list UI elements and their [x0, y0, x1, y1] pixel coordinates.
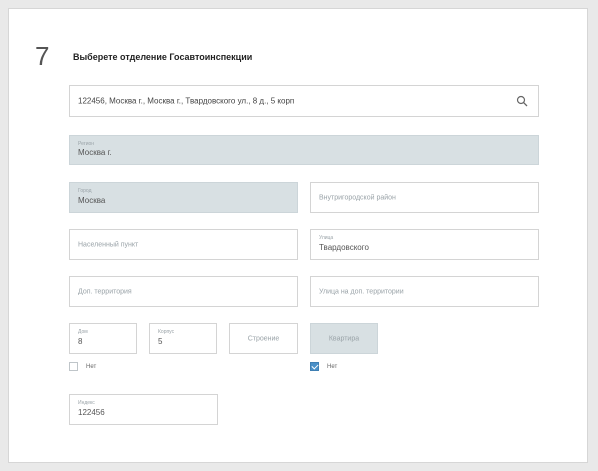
region-field: Регион Москва г.: [69, 135, 539, 165]
search-icon[interactable]: [516, 95, 528, 107]
section-title: Выберете отделение Госавтоинспекции: [73, 52, 253, 62]
street-add-territory-input[interactable]: Улица на доп. территории: [310, 276, 539, 307]
index-label: Индекс: [78, 400, 95, 406]
apartment-none-label: Нет: [327, 363, 338, 370]
stroenie-placeholder: Строение: [247, 335, 280, 342]
address-search-input[interactable]: 122456, Москва г., Москва г., Твардовско…: [69, 85, 539, 117]
index-value: 122456: [78, 408, 105, 417]
address-search-value: 122456, Москва г., Москва г., Твардовско…: [78, 96, 295, 106]
street-input[interactable]: Улица Твардовского: [310, 229, 539, 260]
house-value: 8: [78, 337, 83, 346]
apartment-none-checkbox[interactable]: Нет: [310, 362, 337, 371]
region-value: Москва г.: [78, 148, 112, 157]
house-input[interactable]: Дом 8: [69, 323, 137, 354]
add-territory-input[interactable]: Доп. территория: [69, 276, 298, 307]
house-none-box[interactable]: [69, 362, 78, 371]
region-label: Регион: [78, 141, 95, 147]
locality-placeholder: Населенный пункт: [78, 241, 139, 248]
step-number: 7: [35, 41, 50, 71]
apartment-none-box[interactable]: [310, 362, 319, 371]
korpus-label: Корпус: [158, 329, 175, 335]
apartment-placeholder: Квартира: [328, 335, 360, 342]
korpus-input[interactable]: Корпус 5: [149, 323, 217, 354]
house-none-label: Нет: [86, 363, 97, 370]
city-field: Город Москва: [69, 182, 298, 213]
add-territory-placeholder: Доп. территория: [78, 288, 132, 295]
house-label: Дом: [78, 329, 88, 335]
address-panel: 7 Выберете отделение Госавтоинспекции 12…: [8, 8, 588, 463]
house-none-checkbox[interactable]: Нет: [69, 362, 96, 371]
city-label: Город: [78, 188, 92, 194]
stroenie-input[interactable]: Строение: [229, 323, 298, 354]
apartment-field: Квартира: [310, 323, 378, 354]
district-input[interactable]: Внутригородской район: [310, 182, 539, 213]
locality-input[interactable]: Населенный пункт: [69, 229, 298, 260]
korpus-value: 5: [158, 337, 163, 346]
street-label: Улица: [319, 235, 334, 241]
city-value: Москва: [78, 196, 106, 205]
index-input[interactable]: Индекс 122456: [69, 394, 218, 425]
street-add-territory-placeholder: Улица на доп. территории: [319, 288, 404, 295]
street-value: Твардовского: [319, 243, 369, 252]
district-placeholder: Внутригородской район: [319, 194, 396, 201]
